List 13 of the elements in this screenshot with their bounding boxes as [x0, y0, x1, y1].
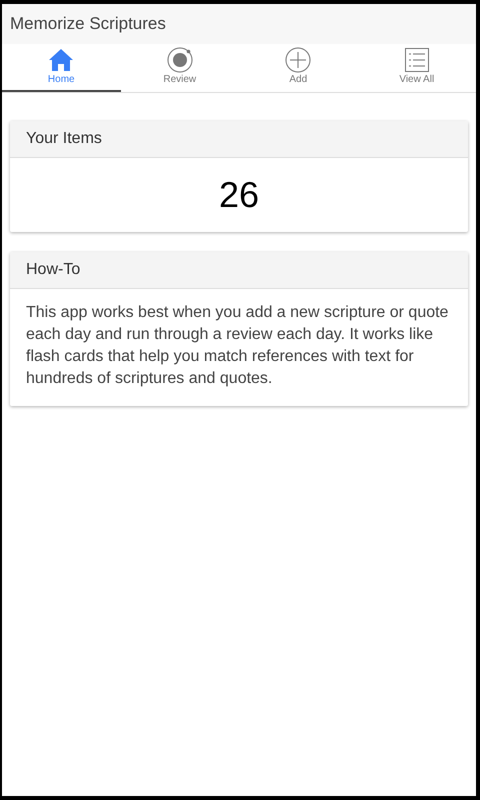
list-icon [404, 47, 430, 73]
app-title: Memorize Scriptures [10, 14, 166, 34]
how-to-paragraph: This app works best when you add a new scripture or quote each day and run through a review each day. It works like flash cards that help you match references with text for hundreds of scriptures and quotes. [25, 303, 450, 389]
tab[interactable]: View All [358, 44, 476, 92]
home-icon [48, 47, 74, 73]
tab[interactable]: Add [239, 44, 358, 92]
add-icon [285, 47, 312, 73]
record-icon [166, 47, 193, 73]
card-header: How-To [10, 252, 468, 289]
tab[interactable]: Home [2, 44, 120, 92]
item-count: 26 [218, 173, 260, 217]
card-header: Your Items [10, 121, 468, 158]
tab[interactable]: Review [120, 44, 239, 92]
